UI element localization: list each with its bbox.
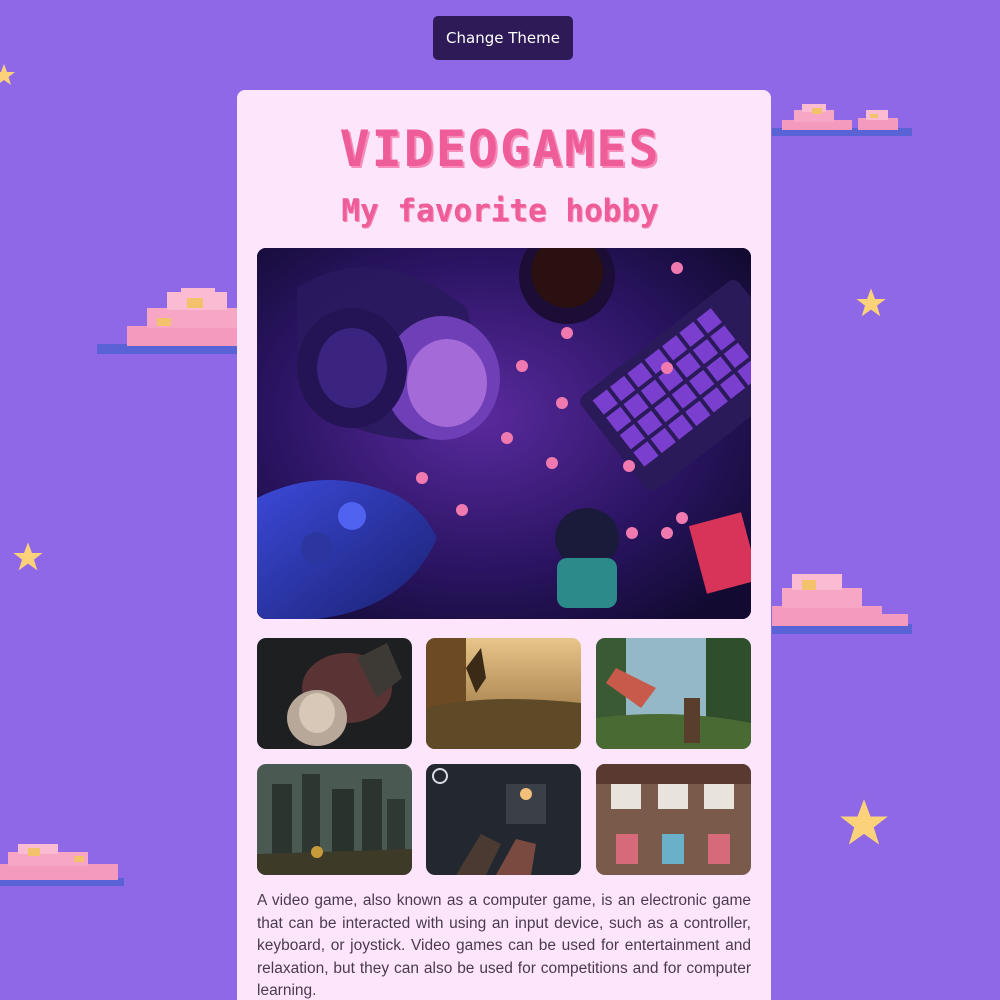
page-title: VIDEOGAMES [339,120,661,178]
hero-image [257,248,751,619]
star-icon [838,797,890,849]
page-subtitle: My favorite hobby [341,193,659,229]
cloud-icon [97,286,237,356]
cloud-icon [0,842,124,888]
gallery-image [596,764,751,875]
star-icon [0,62,16,88]
page: Change Theme VIDEOGAMES My favorite hobb… [0,0,1000,1000]
gallery-image [426,638,581,749]
gallery-image [426,764,581,875]
gallery-image [257,764,412,875]
gallery-image [596,638,751,749]
description-text: A video game, also known as a computer g… [257,892,751,1000]
change-theme-button[interactable]: Change Theme [433,16,573,60]
star-icon [12,541,44,573]
gallery-image [257,638,412,749]
star-icon [855,287,887,319]
cloud-icon [772,570,912,636]
